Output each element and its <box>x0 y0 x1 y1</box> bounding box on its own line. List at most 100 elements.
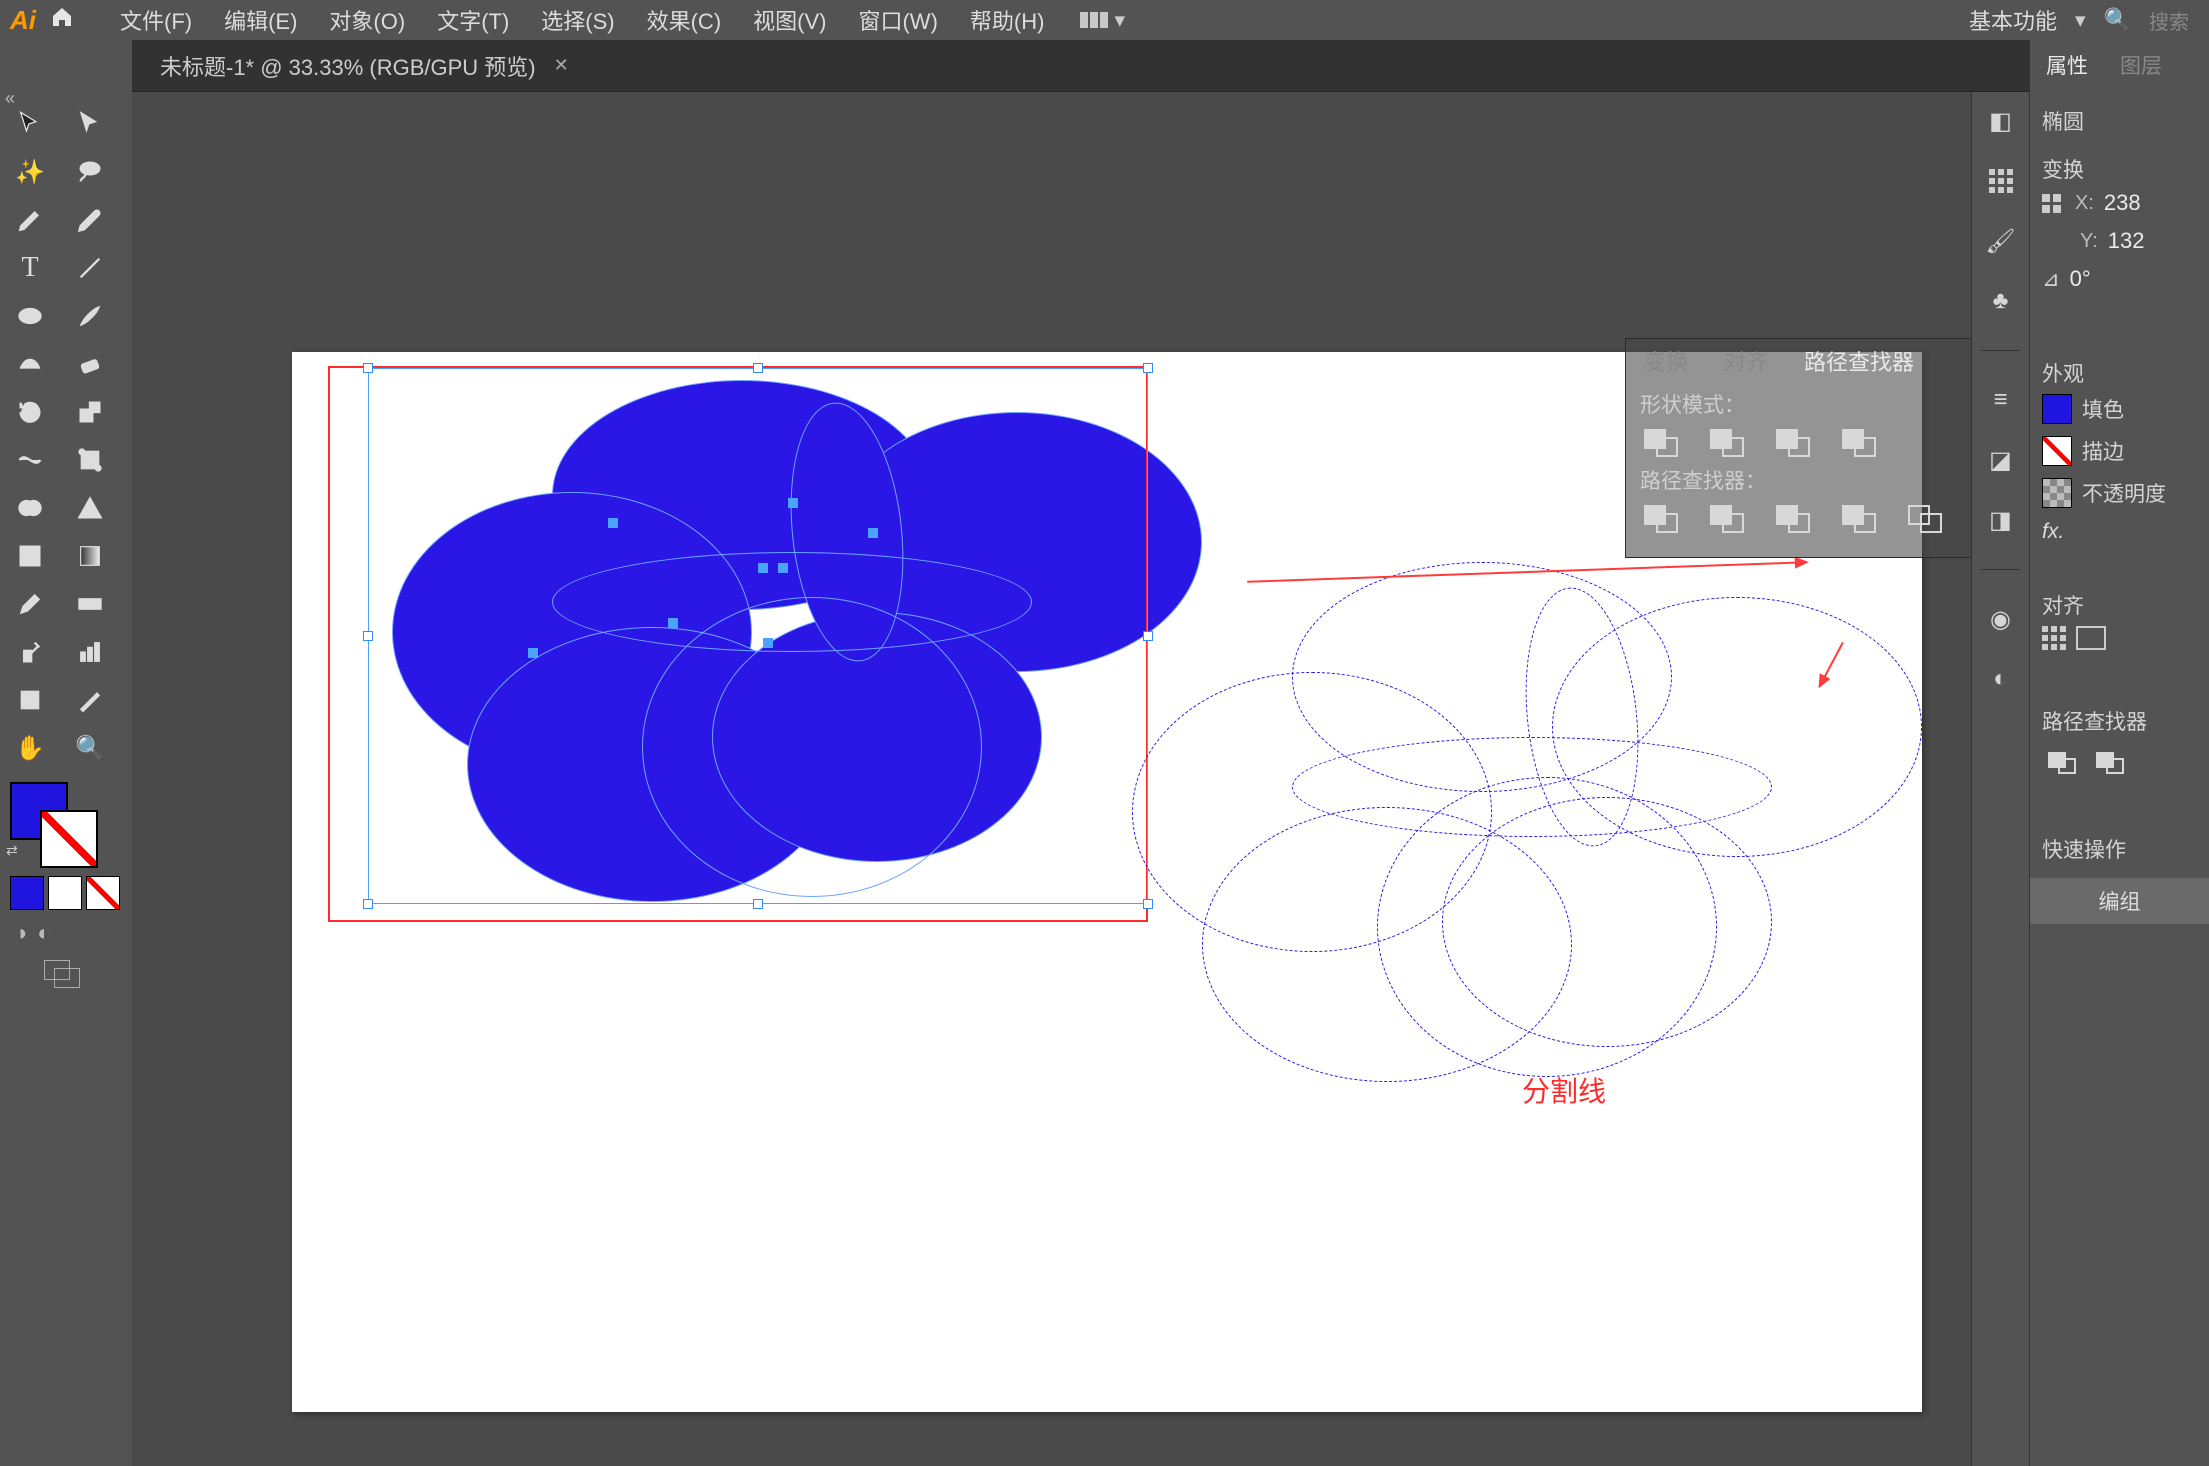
ellipse-tool[interactable] <box>0 292 60 340</box>
crop-icon[interactable] <box>1842 505 1878 535</box>
pen-tool[interactable] <box>0 196 60 244</box>
menu-view[interactable]: 视图(V) <box>737 4 842 36</box>
line-tool[interactable] <box>60 244 120 292</box>
artboard-tool[interactable] <box>0 676 60 724</box>
panel-tab-pathfinder[interactable]: 路径查找器 <box>1786 345 1932 377</box>
exclude-icon[interactable] <box>1842 429 1878 459</box>
opacity-swatch[interactable] <box>2042 478 2072 508</box>
color-panel-icon[interactable]: ◧ <box>1986 106 2016 136</box>
appearance-section-label: 外观 <box>2030 358 2209 388</box>
search-input[interactable]: 搜索 <box>2149 6 2189 35</box>
eraser-tool[interactable] <box>60 340 120 388</box>
home-icon[interactable] <box>50 5 74 36</box>
draw-normal-icon[interactable]: ◑ <box>14 920 27 946</box>
minus-front-icon[interactable] <box>1710 429 1746 459</box>
document-tab[interactable]: 未标题-1* @ 33.33% (RGB/GPU 预览) ✕ <box>160 50 569 82</box>
magic-wand-tool[interactable]: ✨ <box>0 148 60 196</box>
gradient-panel-icon[interactable]: ◪ <box>1986 445 2016 475</box>
arrange-caret-icon[interactable]: ▾ <box>1114 8 1125 33</box>
outline-ellipse <box>1377 777 1717 1077</box>
stroke-panel-icon[interactable]: ≡ <box>1986 385 2016 415</box>
symbols-panel-icon[interactable]: ♣ <box>1986 286 2016 316</box>
tab-properties[interactable]: 属性 <box>2030 42 2104 88</box>
unite-icon[interactable] <box>2048 752 2078 778</box>
fill-color-swatch[interactable] <box>2042 394 2072 424</box>
paintbrush-tool[interactable] <box>60 292 120 340</box>
transparency-panel-icon[interactable]: ◨ <box>1986 505 2016 535</box>
menu-type[interactable]: 文字(T) <box>421 4 525 36</box>
brushes-panel-icon[interactable]: 🖌 <box>1986 226 2016 256</box>
align-to-artboard-icon[interactable] <box>2076 626 2106 650</box>
shape-builder-tool[interactable] <box>0 484 60 532</box>
unite-icon[interactable] <box>1644 429 1680 459</box>
appearance-panel-icon[interactable]: ◉ <box>1986 604 2016 634</box>
direct-selection-tool[interactable] <box>60 100 120 148</box>
panel-tab-align[interactable]: 对齐 <box>1706 345 1786 377</box>
fx-button[interactable]: fx. <box>2042 520 2064 544</box>
column-graph-tool[interactable] <box>60 628 120 676</box>
width-tool[interactable] <box>0 436 60 484</box>
arrange-documents-icon[interactable] <box>1080 12 1108 28</box>
panel-tab-transform[interactable]: 变换 <box>1626 345 1706 377</box>
type-tool[interactable]: T <box>0 244 60 292</box>
screen-mode-icon[interactable] <box>44 960 84 994</box>
menu-help[interactable]: 帮助(H) <box>954 4 1061 36</box>
object-type-label: 椭圆 <box>2030 106 2209 136</box>
curvature-tool[interactable] <box>60 196 120 244</box>
perspective-grid-tool[interactable] <box>60 484 120 532</box>
stroke-color-swatch[interactable] <box>2042 436 2072 466</box>
selection-bounding-box <box>368 368 1148 904</box>
gradient-tool[interactable] <box>60 532 120 580</box>
workspace-caret-icon[interactable]: ▾ <box>2075 8 2086 33</box>
scale-tool[interactable] <box>60 388 120 436</box>
outline-icon[interactable] <box>1908 505 1944 535</box>
menu-window[interactable]: 窗口(W) <box>842 4 953 36</box>
document-tabbar: 未标题-1* @ 33.33% (RGB/GPU 预览) ✕ <box>132 40 2209 92</box>
x-value-field[interactable]: 238 <box>2104 190 2141 216</box>
shaper-tool[interactable] <box>0 340 60 388</box>
trim-icon[interactable] <box>1710 505 1746 535</box>
menu-object[interactable]: 对象(O) <box>313 4 421 36</box>
align-left-icon[interactable] <box>2042 626 2066 650</box>
toolbox: « ✨ T <box>0 40 132 1466</box>
y-value-field[interactable]: 132 <box>2108 228 2145 254</box>
group-button[interactable]: 编组 <box>2030 878 2209 924</box>
menu-select[interactable]: 选择(S) <box>525 4 630 36</box>
swap-fill-stroke-icon[interactable]: ⇄ <box>6 842 18 859</box>
color-mode-gradient[interactable] <box>48 876 82 910</box>
workspace-switcher[interactable]: 基本功能 <box>1969 4 2057 36</box>
reference-point-icon[interactable] <box>2042 194 2061 213</box>
tab-layers[interactable]: 图层 <box>2104 42 2178 88</box>
menu-file[interactable]: 文件(F) <box>104 4 208 36</box>
draw-behind-icon[interactable]: ◐ <box>37 920 50 946</box>
swatches-panel-icon[interactable] <box>1986 166 2016 196</box>
rotate-tool[interactable] <box>0 388 60 436</box>
stroke-swatch[interactable] <box>40 810 98 868</box>
align-section-label: 对齐 <box>2030 590 2209 620</box>
divide-icon[interactable] <box>1644 505 1680 535</box>
minus-front-icon[interactable] <box>2096 752 2126 778</box>
zoom-tool[interactable]: 🔍 <box>60 724 120 772</box>
color-mode-none[interactable] <box>86 876 120 910</box>
symbol-sprayer-tool[interactable] <box>0 628 60 676</box>
merge-icon[interactable] <box>1776 505 1812 535</box>
angle-value-field[interactable]: 0° <box>2070 266 2091 292</box>
menu-edit[interactable]: 编辑(E) <box>208 4 313 36</box>
selection-tool[interactable] <box>0 100 60 148</box>
canvas[interactable]: 分割线 变换 对齐 路径查找器 »≡ 形状模式： 路径查找器： <box>132 92 2209 1466</box>
properties-panel: 属性 图层 椭圆 变换 X: 238 Y: 132 ⊿ 0° 外观 填色 描边 … <box>2029 40 2209 1466</box>
hand-tool[interactable]: ✋ <box>0 724 60 772</box>
intersect-icon[interactable] <box>1776 429 1812 459</box>
mesh-tool[interactable] <box>0 532 60 580</box>
lasso-tool[interactable] <box>60 148 120 196</box>
color-mode-fill[interactable] <box>10 876 44 910</box>
menu-effect[interactable]: 效果(C) <box>631 4 738 36</box>
graphic-styles-panel-icon[interactable]: ◐ <box>1986 664 2016 694</box>
close-tab-icon[interactable]: ✕ <box>554 55 569 76</box>
eyedropper-tool[interactable] <box>0 580 60 628</box>
fill-stroke-indicator[interactable]: ⇄ <box>6 782 126 872</box>
slice-tool[interactable] <box>60 676 120 724</box>
blend-tool[interactable] <box>60 580 120 628</box>
search-icon[interactable]: 🔍 <box>2104 7 2131 33</box>
free-transform-tool[interactable] <box>60 436 120 484</box>
